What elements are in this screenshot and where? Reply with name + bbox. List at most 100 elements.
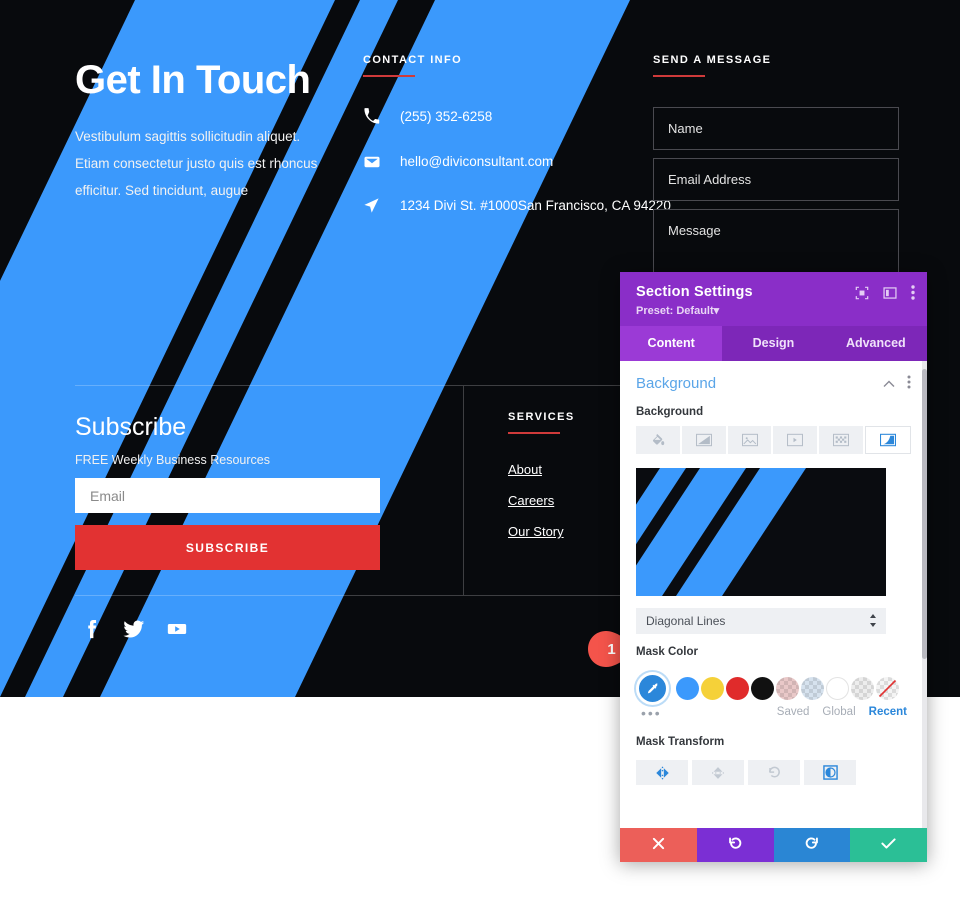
location-arrow-icon xyxy=(363,196,389,214)
subscribe-email-input[interactable] xyxy=(75,478,380,513)
mask-preview-diagonal-lines xyxy=(636,468,886,596)
chevron-up-icon[interactable] xyxy=(883,377,895,391)
contact-phone-text: (255) 352-6258 xyxy=(400,109,493,124)
mask-color-swatches xyxy=(620,666,927,705)
twitter-icon[interactable] xyxy=(123,618,145,640)
bg-type-image[interactable] xyxy=(727,426,772,454)
layout-columns-icon[interactable] xyxy=(883,286,897,303)
contact-row-address: 1234 Divi St. #1000San Francisco, CA 942… xyxy=(363,196,671,216)
header-paragraph: Vestibulum sagittis sollicitudin aliquet… xyxy=(75,129,318,198)
color-tab-recent[interactable]: Recent xyxy=(869,706,907,718)
tab-advanced[interactable]: Advanced xyxy=(825,326,927,361)
undo-button[interactable] xyxy=(696,828,774,862)
tab-content[interactable]: Content xyxy=(620,326,723,361)
facebook-icon[interactable] xyxy=(80,618,102,640)
email-address-input[interactable] xyxy=(653,158,899,201)
send-message-label: SEND A MESSAGE xyxy=(653,54,772,66)
background-field-label: Background xyxy=(636,406,704,418)
contact-info-block: CONTACT INFO (255) 352-6258 hello@divico… xyxy=(363,54,671,241)
contact-row-phone: (255) 352-6258 xyxy=(363,107,671,127)
redo-button[interactable] xyxy=(773,828,851,862)
contact-address-text: 1234 Divi St. #1000San Francisco, CA 942… xyxy=(400,198,671,214)
panel-tabs: Content Design Advanced xyxy=(620,326,927,361)
mask-color-label: Mask Color xyxy=(636,646,698,658)
mask-style-select[interactable]: Diagonal Lines xyxy=(636,608,886,634)
services-rule xyxy=(508,432,560,434)
flip-horizontal-icon[interactable] xyxy=(636,760,688,785)
color-tab-saved[interactable]: Saved xyxy=(777,706,810,718)
swatch-pink-transparent[interactable] xyxy=(776,677,799,700)
swatch-none[interactable] xyxy=(876,677,899,700)
close-x-icon xyxy=(652,837,665,853)
name-input[interactable] xyxy=(653,107,899,150)
page-title: Get In Touch xyxy=(75,58,311,102)
contact-row-email: hello@diviconsultant.com xyxy=(363,152,671,172)
bg-type-gradient[interactable] xyxy=(681,426,726,454)
services-link-about[interactable]: About xyxy=(508,462,575,477)
swatch-red[interactable] xyxy=(726,677,749,700)
bg-type-video[interactable] xyxy=(773,426,818,454)
background-section-header: Background xyxy=(620,361,927,402)
background-section-title: Background xyxy=(636,375,717,392)
check-icon xyxy=(881,837,896,853)
screen: Get In Touch Vestibulum sagittis sollici… xyxy=(0,0,960,902)
social-links xyxy=(80,618,188,640)
contact-email-text: hello@diviconsultant.com xyxy=(400,153,554,169)
bg-type-pattern[interactable] xyxy=(819,426,864,454)
rotate-icon[interactable] xyxy=(748,760,800,785)
subscribe-title: Subscribe xyxy=(75,413,187,441)
services-block: SERVICES About Careers Our Story xyxy=(508,411,575,555)
color-tab-global[interactable]: Global xyxy=(822,706,855,718)
mask-preview-wrapper xyxy=(620,454,927,596)
youtube-icon[interactable] xyxy=(166,618,188,640)
envelope-icon xyxy=(363,152,389,171)
section-kebab-menu-icon[interactable] xyxy=(907,375,911,392)
swatch-black[interactable] xyxy=(751,677,774,700)
invert-icon[interactable] xyxy=(804,760,856,785)
panel-body: Background Background Diagonal Lines Mas… xyxy=(620,361,927,828)
panel-header: Section Settings Preset: Default▾ xyxy=(620,272,927,326)
mask-transform-row xyxy=(620,760,927,785)
undo-icon xyxy=(728,836,743,854)
swatch-yellow[interactable] xyxy=(701,677,724,700)
focus-target-icon[interactable] xyxy=(855,286,869,303)
mask-style-select-row: Diagonal Lines xyxy=(620,596,927,634)
swatch-blue[interactable] xyxy=(676,677,699,700)
send-message-rule xyxy=(653,75,705,77)
swatch-white[interactable] xyxy=(826,677,849,700)
save-button[interactable] xyxy=(850,828,927,862)
contact-info-label: CONTACT INFO xyxy=(363,54,463,66)
panel-preset-label: Preset: Default xyxy=(636,305,714,317)
bg-type-mask[interactable] xyxy=(865,426,911,454)
eyedropper-icon[interactable] xyxy=(636,672,669,705)
mask-preview xyxy=(636,468,886,596)
contact-info-rule xyxy=(363,75,415,77)
mask-style-value: Diagonal Lines xyxy=(646,614,726,628)
updown-caret-icon xyxy=(869,614,877,629)
panel-footer xyxy=(620,828,927,862)
panel-preset[interactable]: Preset: Default▾ xyxy=(636,304,911,317)
tab-design[interactable]: Design xyxy=(722,326,824,361)
mask-transform-label: Mask Transform xyxy=(636,736,725,748)
services-label: SERVICES xyxy=(508,411,575,423)
bg-type-color[interactable] xyxy=(636,426,680,454)
phone-icon xyxy=(363,107,389,125)
section-settings-panel: Section Settings Preset: Default▾ Conten… xyxy=(620,272,927,862)
redo-icon xyxy=(804,836,819,854)
panel-scrollbar-track[interactable] xyxy=(922,361,927,828)
discard-button[interactable] xyxy=(620,828,697,862)
panel-scrollbar-thumb[interactable] xyxy=(922,369,927,659)
services-link-our-story[interactable]: Our Story xyxy=(508,524,575,539)
swatch-gray-transparent[interactable] xyxy=(851,677,874,700)
panel-header-icons xyxy=(855,285,915,303)
background-type-row xyxy=(620,426,927,454)
flip-vertical-icon[interactable] xyxy=(692,760,744,785)
chevron-down-icon: ▾ xyxy=(713,305,720,317)
mask-color-source-tabs: Saved Global Recent xyxy=(620,706,927,718)
subscribe-subtitle: FREE Weekly Business Resources xyxy=(75,453,270,467)
kebab-menu-icon[interactable] xyxy=(911,285,915,303)
subscribe-button[interactable]: SUBSCRIBE xyxy=(75,525,380,570)
swatch-lightblue-transparent[interactable] xyxy=(801,677,824,700)
services-link-careers[interactable]: Careers xyxy=(508,493,575,508)
divider-vertical xyxy=(463,386,464,595)
